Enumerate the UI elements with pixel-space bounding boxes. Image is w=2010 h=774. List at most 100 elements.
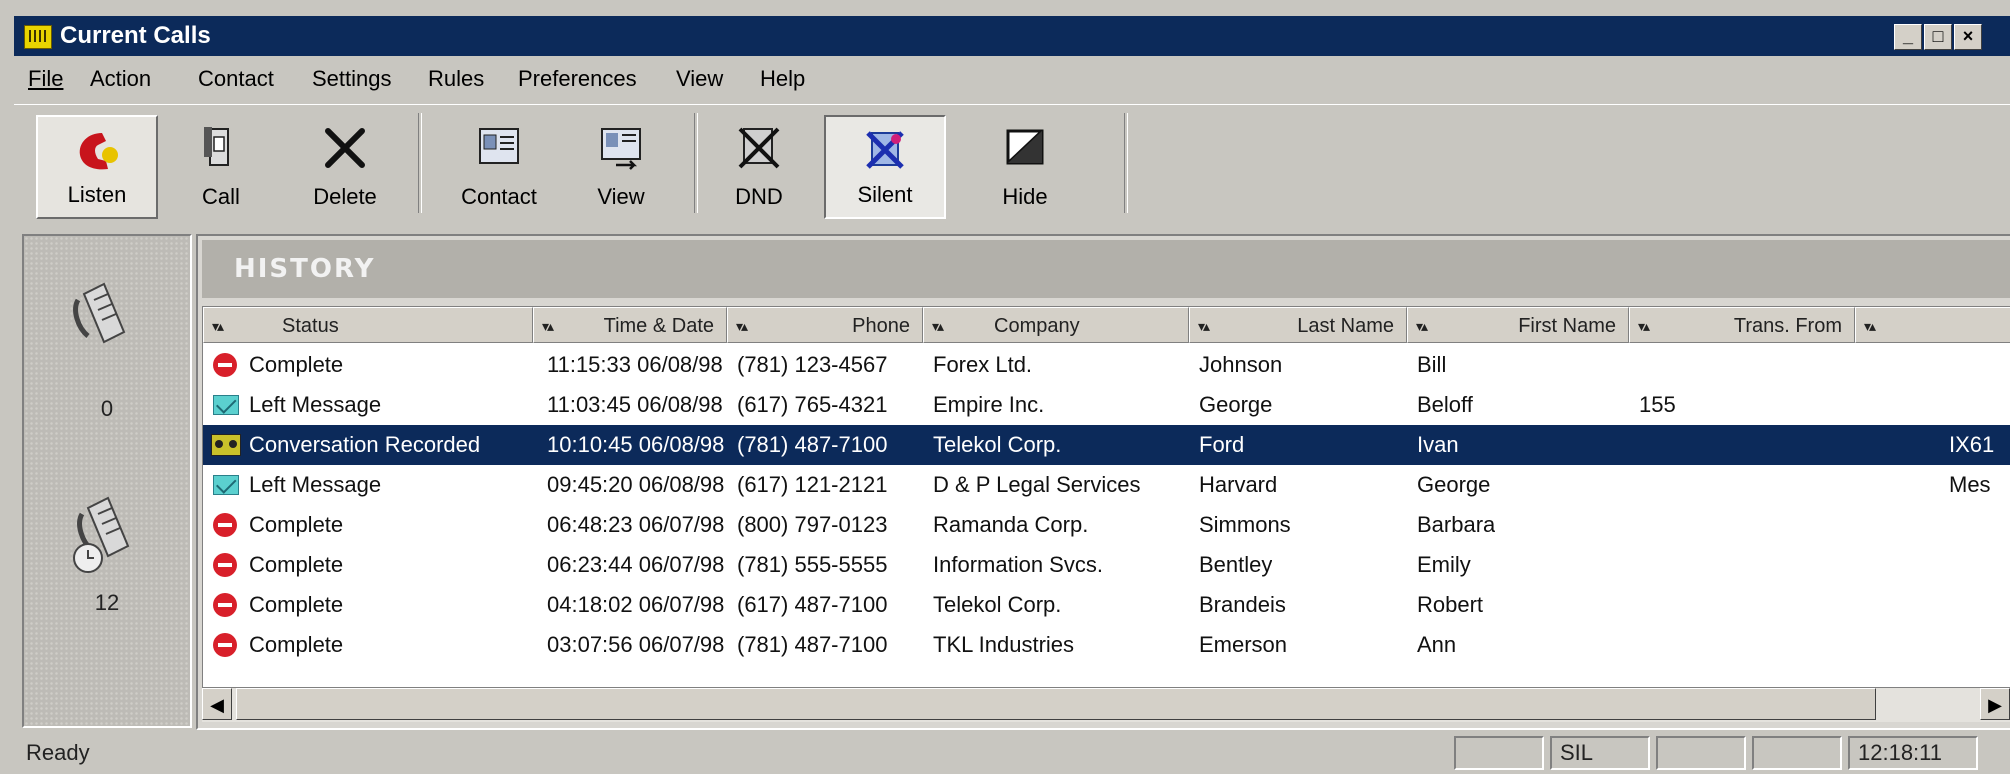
cell-time-date: 03:07:56 06/07/98 bbox=[547, 632, 725, 657]
menu-bar: File Action Contact Settings Rules Prefe… bbox=[14, 62, 2010, 100]
cell-company: Empire Inc. bbox=[933, 392, 1045, 417]
table-row[interactable]: Complete 11:15:33 06/08/98 (781) 123-4567 F… bbox=[203, 345, 2010, 385]
cell-time-date: 06:23:44 06/07/98 bbox=[547, 552, 725, 577]
cell-status: Complete bbox=[249, 592, 344, 617]
cell-first-name: Robert bbox=[1417, 592, 1484, 617]
phone-ringing-icon bbox=[79, 133, 118, 170]
menu-rules[interactable]: Rules bbox=[428, 66, 484, 92]
cell-first-name: Ann bbox=[1417, 632, 1457, 657]
cell-status: Complete bbox=[249, 552, 344, 577]
column-header-phone[interactable]: ▾▴ Phone bbox=[727, 307, 923, 343]
call-complete-icon bbox=[213, 593, 237, 617]
table-row[interactable]: Complete 04:18:02 06/07/98 (617) 487-7100 T… bbox=[203, 585, 2010, 625]
call-button[interactable]: Call bbox=[160, 115, 282, 219]
horizontal-scrollbar[interactable]: ◀ ▶ bbox=[202, 688, 2010, 722]
history-pane: HISTORY ▾▴ Status ▾▴ Time & Date ▾▴ Phone ▾… bbox=[196, 234, 2010, 730]
view-card-icon bbox=[601, 128, 641, 170]
table-header: ▾▴ Status ▾▴ Time & Date ▾▴ Phone ▾▴ Company… bbox=[203, 307, 2010, 345]
cell-status: Conversation Recorded bbox=[249, 432, 481, 457]
cell-first-name: Bill bbox=[1417, 352, 1447, 377]
hide-window-icon bbox=[1006, 129, 1044, 165]
window-title: Current Calls bbox=[60, 22, 211, 49]
table-row[interactable]: Complete 06:48:23 06/07/98 (800) 797-0123 R… bbox=[203, 505, 2010, 545]
contact-button[interactable]: Contact bbox=[438, 115, 560, 219]
recording-tape-icon bbox=[211, 434, 241, 456]
delete-button[interactable]: Delete bbox=[284, 115, 406, 219]
call-folders-panel: 0 12 bbox=[22, 234, 192, 728]
cell-company: Information Svcs. bbox=[933, 552, 1103, 577]
toolbar-separator bbox=[1124, 113, 1128, 213]
cell-time-date: 11:03:45 06/08/98 bbox=[547, 392, 723, 417]
cell-phone: (781) 487-7100 bbox=[737, 632, 888, 657]
cell-status: Complete bbox=[249, 632, 344, 657]
cell-time-date: 10:10:45 06/08/98 bbox=[547, 432, 725, 457]
listen-button[interactable]: Listen bbox=[36, 115, 158, 219]
cell-last-name: Emerson bbox=[1199, 632, 1288, 657]
table-row[interactable]: Left Message 11:03:45 06/08/98 (617) 765-4… bbox=[203, 385, 2010, 425]
cell-phone: (781) 487-7100 bbox=[737, 432, 888, 457]
column-header-last-name[interactable]: ▾▴ Last Name bbox=[1189, 307, 1407, 343]
status-panel-mode: SIL bbox=[1550, 736, 1650, 770]
history-count: 12 bbox=[94, 590, 120, 615]
table-row[interactable]: Left Message 09:45:20 06/08/98 (617) 121-2… bbox=[203, 465, 2010, 505]
column-header-first-name[interactable]: ▾▴ First Name bbox=[1407, 307, 1629, 343]
cell-extra: Mes bbox=[1949, 472, 1991, 497]
menu-file[interactable]: File bbox=[28, 66, 63, 92]
menu-preferences[interactable]: Preferences bbox=[518, 66, 637, 92]
cell-last-name: Brandeis bbox=[1199, 592, 1286, 617]
history-phone-clock-icon[interactable] bbox=[64, 494, 144, 580]
do-not-disturb-icon bbox=[738, 127, 780, 169]
cell-last-name: George bbox=[1199, 392, 1273, 417]
title-bar[interactable]: Current Calls _ □ × bbox=[14, 16, 2010, 56]
silent-button[interactable]: Silent bbox=[824, 115, 946, 219]
cell-phone: (800) 797-0123 bbox=[737, 512, 888, 537]
current-calls-phone-icon[interactable] bbox=[64, 276, 144, 356]
menu-settings[interactable]: Settings bbox=[312, 66, 392, 92]
minimize-button[interactable]: _ bbox=[1894, 24, 1922, 50]
silent-mode-icon bbox=[866, 131, 904, 169]
cell-first-name: George bbox=[1417, 472, 1491, 497]
scroll-right-button[interactable]: ▶ bbox=[1980, 688, 2010, 720]
cell-first-name: Beloff bbox=[1417, 392, 1473, 417]
message-envelope-icon bbox=[213, 475, 239, 495]
cell-last-name: Johnson bbox=[1199, 352, 1283, 377]
scroll-thumb[interactable] bbox=[236, 688, 1876, 720]
view-button[interactable]: View bbox=[560, 115, 682, 219]
cell-first-name: Ivan bbox=[1417, 432, 1459, 457]
cell-trans-from: 155 bbox=[1639, 392, 1676, 417]
cell-company: TKL Industries bbox=[933, 632, 1075, 657]
contact-card-icon bbox=[479, 128, 519, 164]
cell-time-date: 09:45:20 06/08/98 bbox=[547, 472, 725, 497]
column-header-company[interactable]: ▾▴ Company bbox=[923, 307, 1189, 343]
call-complete-icon bbox=[213, 553, 237, 577]
history-table[interactable]: ▾▴ Status ▾▴ Time & Date ▾▴ Phone ▾▴ Company… bbox=[202, 306, 2010, 688]
history-title: HISTORY bbox=[234, 254, 376, 284]
table-row[interactable]: Complete 03:07:56 06/07/98 (781) 487-7100 T… bbox=[203, 625, 2010, 665]
table-row[interactable]: Conversation Recorded 10:10:45 06/08/98 (7… bbox=[203, 425, 2010, 465]
menu-contact[interactable]: Contact bbox=[198, 66, 274, 92]
column-header-trans-from[interactable]: ▾▴ Trans. From bbox=[1629, 307, 1855, 343]
column-header-time-date[interactable]: ▾▴ Time & Date bbox=[533, 307, 727, 343]
cell-last-name: Harvard bbox=[1199, 472, 1278, 497]
cell-company: Telekol Corp. bbox=[933, 432, 1062, 457]
current-calls-window: Current Calls _ □ × File Action Contact … bbox=[0, 0, 2010, 774]
scroll-left-button[interactable]: ◀ bbox=[202, 688, 232, 720]
call-complete-icon bbox=[213, 633, 237, 657]
maximize-button[interactable]: □ bbox=[1924, 24, 1952, 50]
column-header-extra[interactable]: ▾▴ bbox=[1855, 307, 2010, 343]
close-button[interactable]: × bbox=[1954, 24, 1982, 50]
dnd-button[interactable]: DND bbox=[698, 115, 820, 219]
cell-status: Complete bbox=[249, 512, 344, 537]
cell-company: Forex Ltd. bbox=[933, 352, 1033, 377]
menu-help[interactable]: Help bbox=[760, 66, 805, 92]
menu-action[interactable]: Action bbox=[90, 66, 151, 92]
column-header-status[interactable]: ▾▴ Status bbox=[203, 307, 533, 343]
call-complete-icon bbox=[213, 353, 237, 377]
status-panel-empty bbox=[1752, 736, 1842, 770]
toolbar-separator bbox=[418, 113, 422, 213]
cell-first-name: Emily bbox=[1417, 552, 1471, 577]
table-row[interactable]: Complete 06:23:44 06/07/98 (781) 555-5555 I… bbox=[203, 545, 2010, 585]
hide-button[interactable]: Hide bbox=[964, 115, 1086, 219]
toolbar: Listen Call Delete Contact View DND Sile… bbox=[14, 104, 2010, 223]
menu-view[interactable]: View bbox=[676, 66, 723, 92]
